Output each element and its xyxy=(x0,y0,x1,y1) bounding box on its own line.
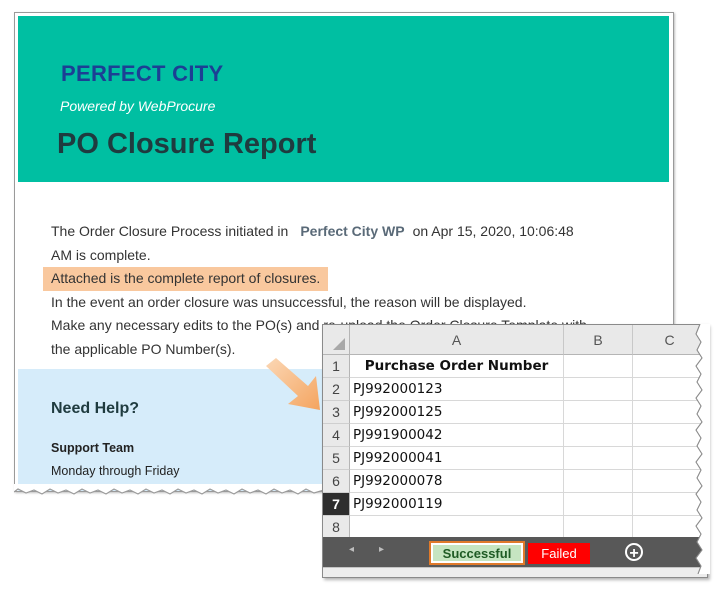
body-line-1: The Order Closure Process initiated in Pe… xyxy=(51,220,651,244)
row-header[interactable]: 3 xyxy=(323,401,350,424)
brand-name: PERFECT CITY xyxy=(61,61,224,86)
support-hours-label: Monday through Friday xyxy=(51,464,180,478)
select-all-corner[interactable] xyxy=(323,325,350,355)
body-line-2: AM is complete. xyxy=(51,246,151,263)
row-header[interactable]: 1 xyxy=(323,355,350,378)
row-header-active[interactable]: 7 xyxy=(323,493,350,516)
email-header-banner: PERFECT CITY Powered by WebProcure PO Cl… xyxy=(18,16,669,182)
cell-empty[interactable] xyxy=(564,424,633,447)
column-header-b[interactable]: B xyxy=(564,325,633,355)
cell-po-number[interactable]: PJ992000041 xyxy=(350,447,564,470)
body-line-4: In the event an order closure was unsucc… xyxy=(51,293,527,310)
report-title: PO Closure Report xyxy=(57,128,317,160)
column-header-a[interactable]: A xyxy=(350,325,564,355)
add-sheet-icon[interactable]: + xyxy=(625,543,643,562)
cell-empty[interactable] xyxy=(564,378,633,401)
row-header[interactable]: 8 xyxy=(323,516,350,539)
torn-edge-decoration xyxy=(695,324,710,574)
sheet-tab-bar: ◂ ▸ Successful Failed + xyxy=(323,537,707,567)
cell-empty[interactable] xyxy=(350,516,564,539)
body-line-3: Attached is the complete report of closu… xyxy=(43,267,651,291)
cell-empty[interactable] xyxy=(564,516,633,539)
organization-name: Perfect City WP xyxy=(300,223,405,239)
sheet-tab-successful-label: Successful xyxy=(433,545,521,561)
cell-empty[interactable] xyxy=(564,355,633,378)
torn-edge-decoration xyxy=(14,484,324,495)
sheet-tab-successful[interactable]: Successful xyxy=(429,541,525,565)
support-team-label: Support Team xyxy=(51,441,135,455)
body-line-1-prefix: The Order Closure Process initiated in xyxy=(51,223,289,239)
body-line-1-suffix: on Apr 15, 2020, 10:06:48 xyxy=(412,223,574,239)
sheet-tab-failed[interactable]: Failed xyxy=(528,543,590,564)
cell-empty[interactable] xyxy=(564,447,633,470)
row-header[interactable]: 2 xyxy=(323,378,350,401)
row-header[interactable]: 5 xyxy=(323,447,350,470)
highlighted-sentence: Attached is the complete report of closu… xyxy=(43,267,329,291)
cell-po-number[interactable]: PJ992000125 xyxy=(350,401,564,424)
row-header[interactable]: 4 xyxy=(323,424,350,447)
cell-empty[interactable] xyxy=(564,401,633,424)
powered-by-label: Powered by WebProcure xyxy=(60,98,216,114)
cell-po-number[interactable]: PJ992000119 xyxy=(350,493,564,516)
cell-empty[interactable] xyxy=(564,493,633,516)
cell-empty[interactable] xyxy=(564,470,633,493)
horizontal-scrollbar[interactable] xyxy=(323,567,707,577)
help-title: Need Help? xyxy=(51,400,140,417)
row-header[interactable]: 6 xyxy=(323,470,350,493)
spreadsheet-window: A B C 1 2 3 4 5 6 7 8 Purchase Order Num… xyxy=(322,324,708,578)
cell-header-po-number[interactable]: Purchase Order Number xyxy=(350,355,564,378)
cell-po-number[interactable]: PJ991900042 xyxy=(350,424,564,447)
cell-po-number[interactable]: PJ992000123 xyxy=(350,378,564,401)
scroll-tabs-left-icon[interactable]: ◂ xyxy=(349,544,354,555)
cell-po-number[interactable]: PJ992000078 xyxy=(350,470,564,493)
scroll-tabs-right-icon[interactable]: ▸ xyxy=(379,544,384,555)
